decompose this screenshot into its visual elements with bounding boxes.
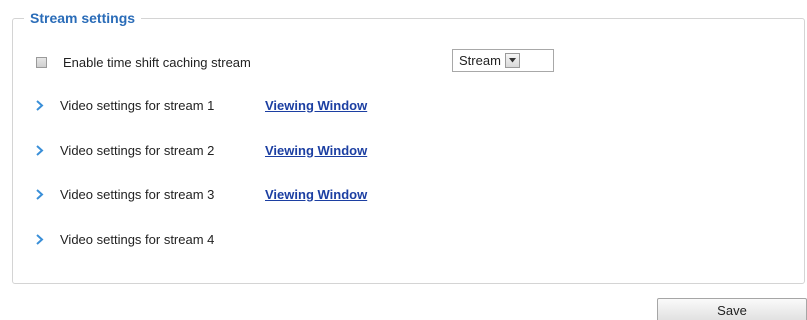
dropdown-arrow-icon[interactable] — [504, 53, 520, 68]
stream-settings-page: Stream settings Enable time shift cachin… — [0, 0, 807, 320]
stream-4-label[interactable]: Video settings for stream 4 — [60, 232, 265, 247]
stream-2-viewing-window-link[interactable]: Viewing Window — [265, 143, 367, 158]
time-shift-row: Enable time shift caching stream — [36, 52, 251, 72]
stream-1-label[interactable]: Video settings for stream 1 — [60, 98, 265, 113]
stream-select[interactable]: Stream — [452, 49, 554, 72]
stream-3-label[interactable]: Video settings for stream 3 — [60, 187, 265, 202]
chevron-right-icon[interactable] — [36, 144, 46, 156]
time-shift-label[interactable]: Enable time shift caching stream — [63, 55, 251, 70]
stream-2-label[interactable]: Video settings for stream 2 — [60, 143, 265, 158]
fieldset-legend: Stream settings — [24, 8, 142, 28]
stream-1-viewing-window-link[interactable]: Viewing Window — [265, 98, 367, 113]
chevron-right-icon[interactable] — [36, 233, 46, 245]
chevron-right-icon[interactable] — [36, 99, 46, 111]
stream-row: Video settings for stream 3 Viewing Wind… — [36, 184, 367, 204]
chevron-right-icon[interactable] — [36, 188, 46, 200]
time-shift-checkbox[interactable] — [36, 56, 47, 68]
stream-select-value: Stream — [459, 53, 501, 68]
stream-row: Video settings for stream 4 — [36, 229, 265, 249]
stream-3-viewing-window-link[interactable]: Viewing Window — [265, 187, 367, 202]
save-button[interactable]: Save — [657, 298, 807, 320]
stream-row: Video settings for stream 1 Viewing Wind… — [36, 95, 367, 115]
stream-row: Video settings for stream 2 Viewing Wind… — [36, 140, 367, 160]
